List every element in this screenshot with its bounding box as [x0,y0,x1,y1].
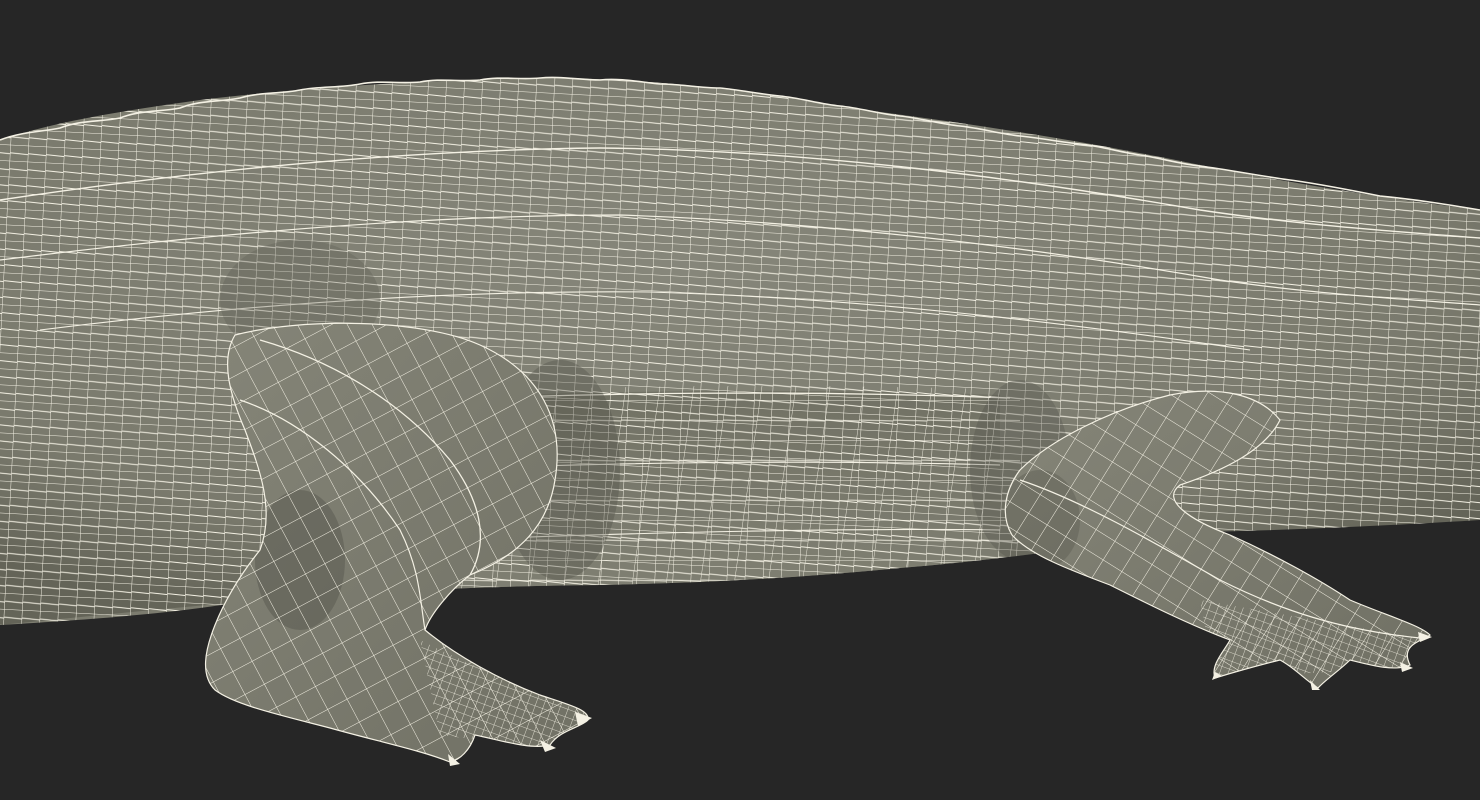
render-viewport[interactable] [0,0,1480,800]
crocodile-wireframe-render [0,0,1480,800]
